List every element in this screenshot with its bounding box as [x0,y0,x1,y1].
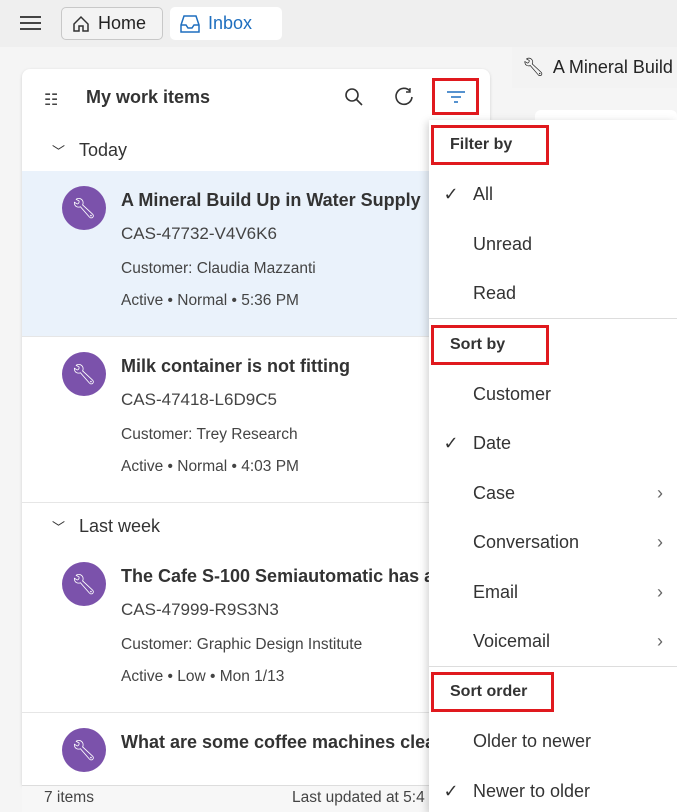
home-icon [73,15,89,32]
menu-item-customer[interactable]: Customer [429,374,677,414]
menu-item-label: All [473,183,494,204]
group-label: Last week [79,516,161,536]
menu-item-label: Voicemail [473,630,551,651]
menu-item-all[interactable]: ✓ All [429,174,677,214]
filter-by-header: Filter by [431,125,549,165]
menu-item-older-to-newer[interactable]: Older to newer [429,721,677,761]
menu-item-label: Read [473,282,517,303]
menu-item-read[interactable]: Read [429,273,677,313]
last-updated: Last updated at 5:4 [292,789,425,806]
divider [429,318,677,319]
item-title: Milk container is not fitting [121,356,350,376]
group-today[interactable]: ﹀ Today [52,140,127,161]
refresh-icon[interactable] [394,87,414,112]
menu-item-email[interactable]: Email › [429,572,677,612]
filter-button[interactable] [432,78,479,115]
list-item[interactable]: 🔧︎ A Mineral Build Up in Water Supply CA… [22,171,490,337]
menu-item-label: Customer [473,383,552,404]
sort-order-header: Sort order [431,672,554,712]
tab-inbox[interactable]: Inbox [170,7,282,40]
group-label: Today [79,140,128,160]
menu-item-case[interactable]: Case › [429,473,677,513]
panel-title: My work items [86,87,211,107]
divider [429,666,677,667]
wrench-icon: 🔧︎ [62,186,106,230]
chevron-down-icon: ﹀ [52,520,66,535]
inbox-icon [180,14,200,33]
chevron-right-icon: › [657,630,663,651]
chevron-right-icon: › [657,482,663,503]
item-status: Active • Normal • 5:36 PM [121,292,299,309]
wrench-icon: 🔧︎ [522,57,545,77]
tab-inbox-label: Inbox [208,13,253,33]
wrench-icon: 🔧︎ [62,352,106,396]
tab-home-label: Home [98,13,147,33]
panel-footer: 7 items Last updated at 5:4 [22,785,490,812]
item-customer: Customer: Graphic Design Institute [121,636,363,653]
list-item[interactable]: 🔧︎ Milk container is not fitting CAS-474… [22,337,490,503]
detail-title: A Mineral Build Up in Water Supply [552,57,677,77]
item-status: Active • Low • Mon 1/13 [121,668,285,685]
menu-item-label: Case [473,482,516,503]
group-last-week[interactable]: ﹀ Last week [52,516,160,537]
menu-item-conversation[interactable]: Conversation › [429,522,677,562]
item-customer: Customer: Claudia Mazzanti [121,260,316,277]
item-title: A Mineral Build Up in Water Supply [121,190,421,210]
tab-home[interactable]: Home [61,7,163,40]
list-item[interactable]: 🔧︎ What are some coffee machines cleanin… [22,713,490,785]
check-icon: ✓ [443,183,459,204]
hamburger-menu-icon[interactable] [20,16,41,30]
menu-item-label: Date [473,432,512,453]
wrench-icon: 🔧︎ [62,728,106,772]
chevron-right-icon: › [657,581,663,602]
check-icon: ✓ [443,780,459,801]
item-count: 7 items [44,789,94,806]
menu-item-voicemail[interactable]: Voicemail › [429,621,677,661]
sort-by-header: Sort by [431,325,549,365]
list-icon: ☷ [44,92,59,109]
menu-item-label: Older to newer [473,730,592,751]
chevron-right-icon: › [657,531,663,552]
menu-item-newer-to-older[interactable]: ✓ Newer to older [429,771,677,811]
menu-item-label: Newer to older [473,780,591,801]
search-icon[interactable] [344,87,364,112]
detail-tab[interactable]: 🔧︎ A Mineral Build Up in Water Supply [512,47,677,88]
item-status: Active • Normal • 4:03 PM [121,458,299,475]
wrench-icon: 🔧︎ [62,562,106,606]
menu-item-date[interactable]: ✓ Date [429,423,677,463]
menu-item-label: Conversation [473,531,580,552]
chevron-down-icon: ﹀ [52,144,66,159]
menu-item-label: Unread [473,233,533,254]
item-case: CAS-47418-L6D9C5 [121,390,277,409]
item-case: CAS-47732-V4V6K6 [121,224,277,243]
filter-icon [446,90,465,103]
item-customer: Customer: Trey Research [121,426,298,443]
item-case: CAS-47999-R9S3N3 [121,600,279,619]
list-item[interactable]: 🔧︎ The Cafe S-100 Semiautomatic has an i… [22,547,490,713]
check-icon: ✓ [443,432,459,453]
work-items-panel: ☷ My work items ﹀ Today 🔧︎ A Mineral Buil… [22,69,490,785]
menu-item-unread[interactable]: Unread [429,224,677,264]
menu-item-label: Email [473,581,519,602]
filter-sort-menu: Filter by ✓ All Unread Read Sort by Custo… [429,120,677,812]
